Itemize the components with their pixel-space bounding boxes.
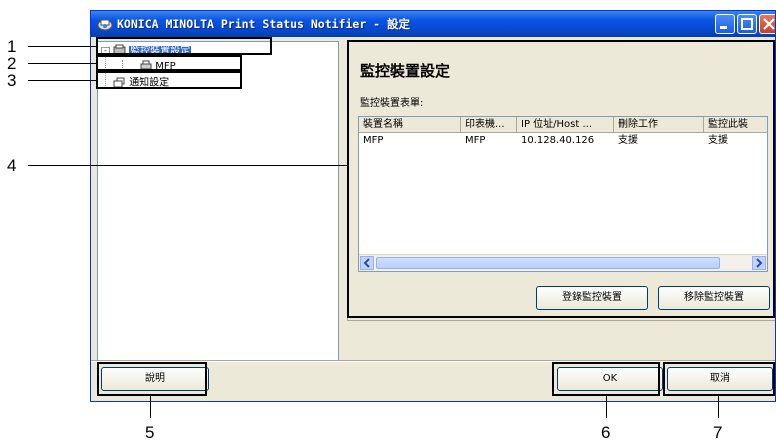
- maximize-icon: [741, 18, 753, 30]
- callout-line-6: [606, 396, 607, 418]
- callout-number-2: 2: [7, 54, 17, 73]
- app-icon: [97, 19, 113, 31]
- callout-box-3: [96, 71, 242, 89]
- close-icon: [763, 18, 775, 30]
- callout-number-3: 3: [7, 71, 17, 90]
- callout-box-4: [347, 40, 775, 318]
- minimize-icon: [720, 26, 727, 29]
- callout-box-1: [96, 37, 272, 55]
- callout-line-2: [28, 63, 96, 64]
- callout-box-5: [97, 362, 207, 396]
- callout-number-4: 4: [7, 156, 17, 175]
- maximize-button[interactable]: [737, 14, 757, 34]
- callout-number-7: 7: [713, 423, 723, 442]
- window-title: KONICA MINOLTA Print Status Notifier - 設…: [117, 17, 411, 31]
- callout-box-6: [552, 362, 660, 396]
- callout-box-2: [96, 55, 242, 71]
- callout-line-3: [28, 80, 96, 81]
- callout-number-1: 1: [7, 37, 17, 56]
- callout-line-1: [28, 46, 96, 47]
- settings-tree[interactable]: - 監控裝置設定 MFP 通知設定: [97, 41, 339, 361]
- callout-number-6: 6: [601, 423, 611, 442]
- minimize-button[interactable]: [715, 14, 735, 34]
- callout-box-7: [663, 362, 775, 396]
- callout-line-4: [28, 165, 347, 166]
- callout-line-7: [718, 396, 719, 418]
- callout-line-5: [150, 396, 151, 418]
- close-button[interactable]: [759, 14, 775, 34]
- callout-number-5: 5: [145, 423, 155, 442]
- title-bar[interactable]: KONICA MINOLTA Print Status Notifier - 設…: [91, 11, 775, 37]
